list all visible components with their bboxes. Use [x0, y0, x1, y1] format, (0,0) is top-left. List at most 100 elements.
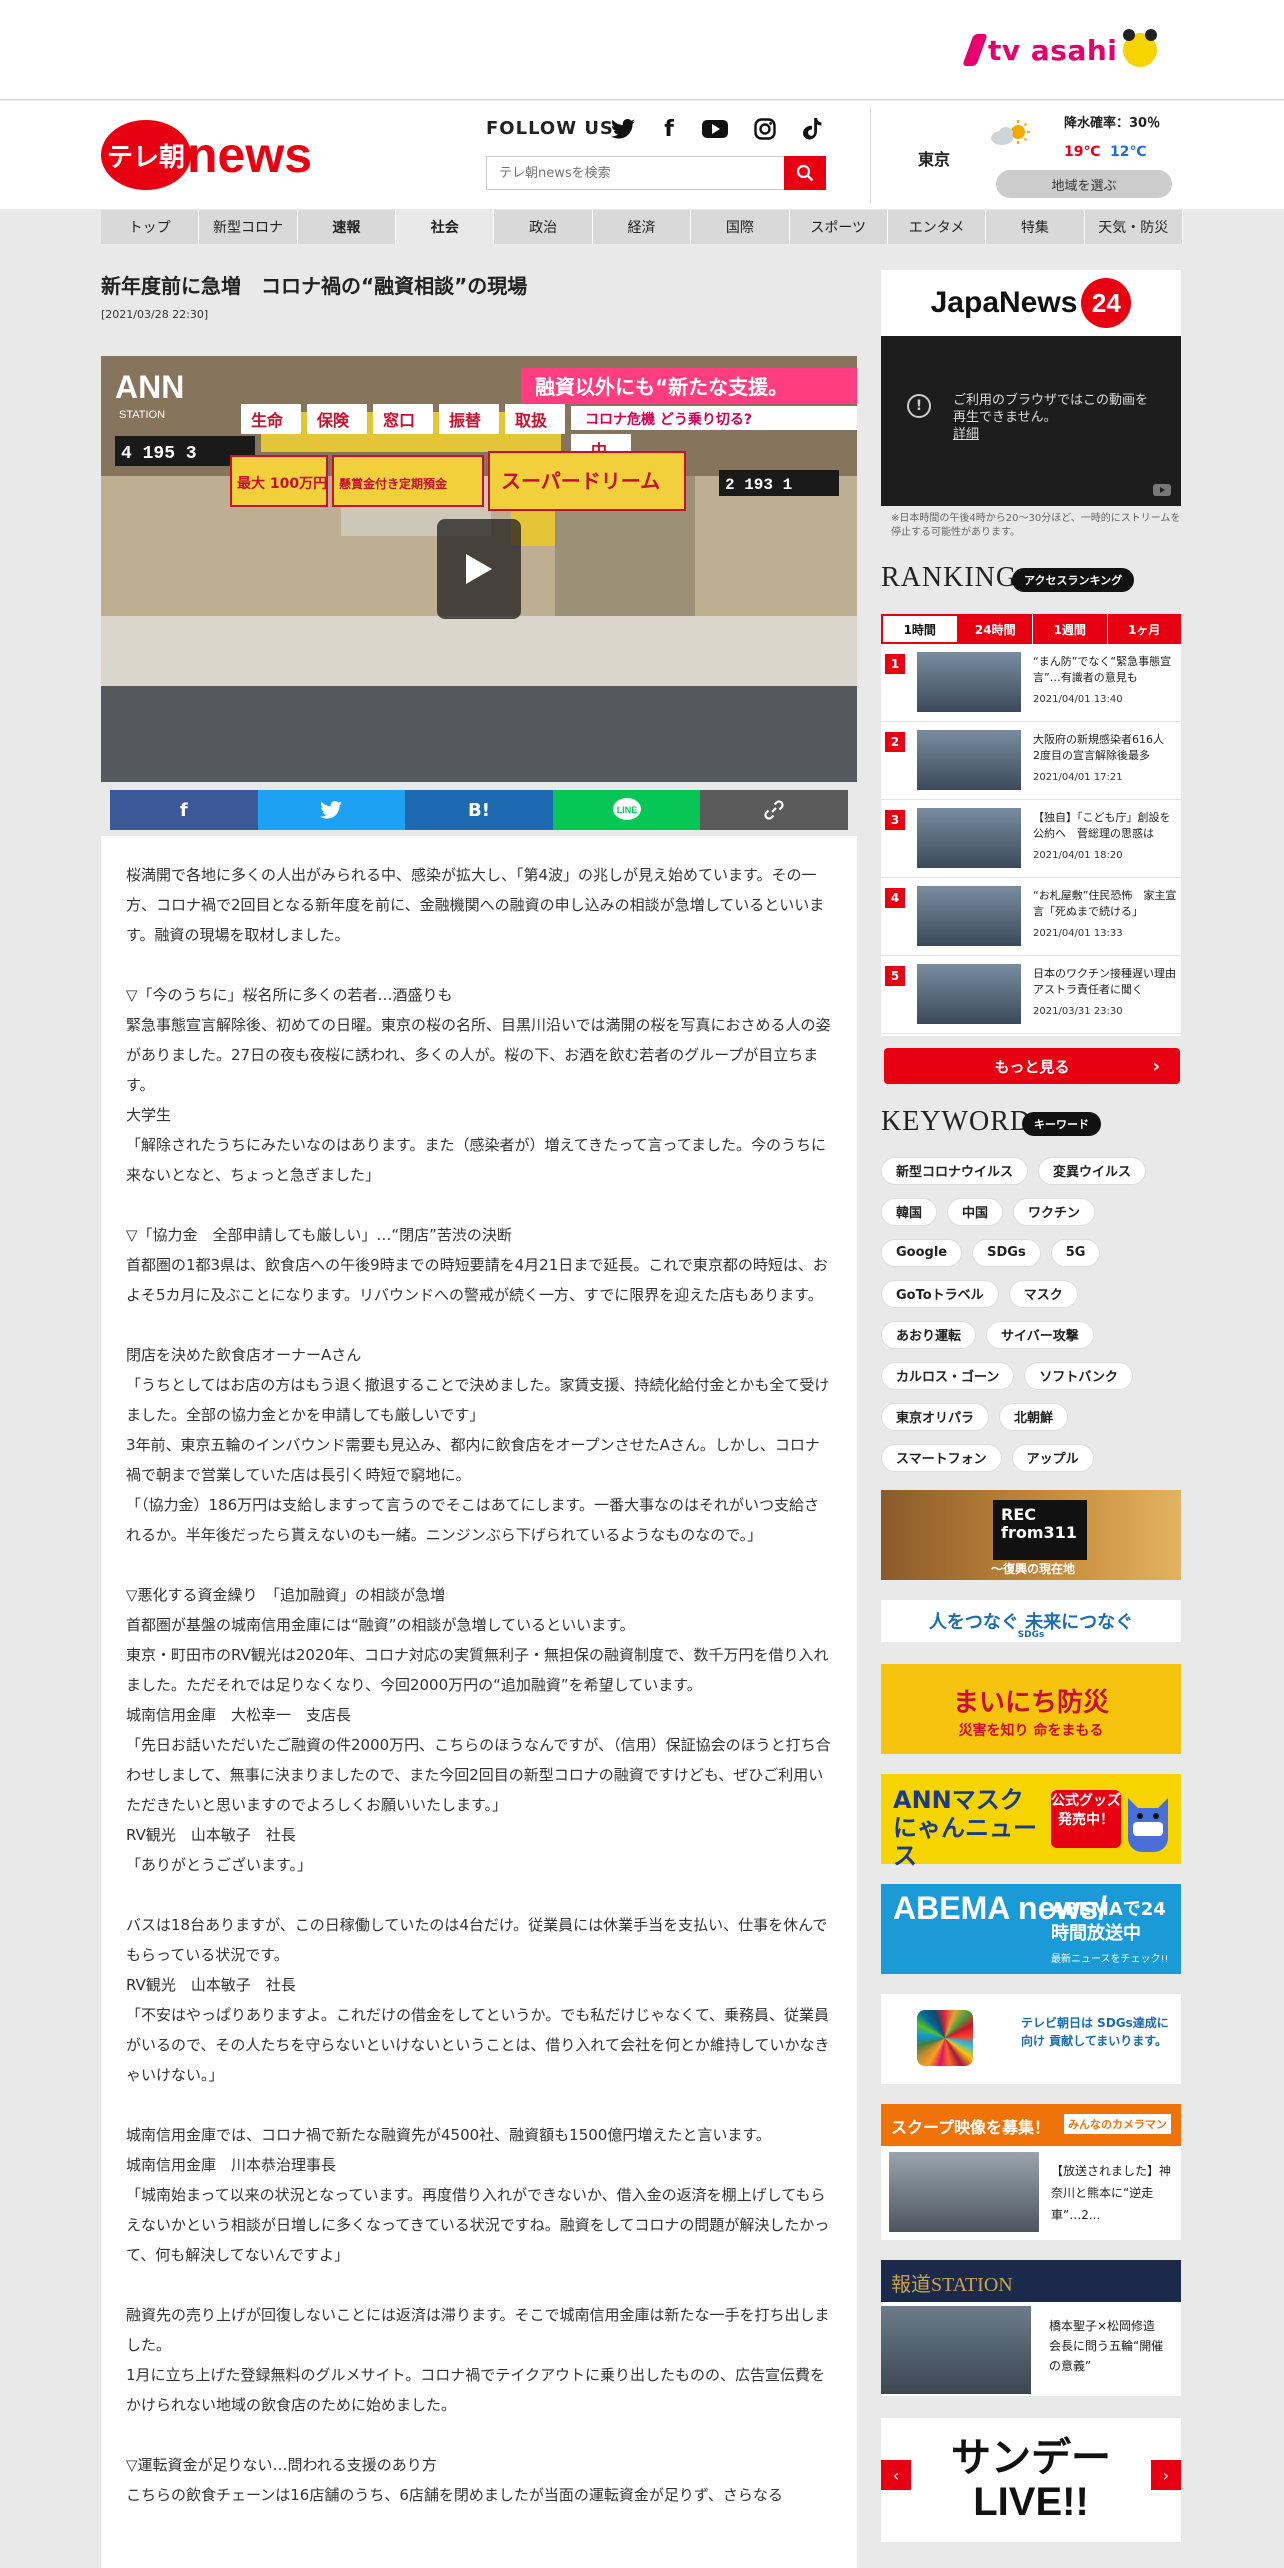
site-logo[interactable]: テレ朝 news: [101, 118, 312, 192]
temp-low: 12℃: [1110, 144, 1147, 160]
ranking-tab-1h[interactable]: 1時間: [881, 614, 959, 644]
keyword-chip[interactable]: 北朝鮮: [999, 1402, 1069, 1431]
youtube-icon[interactable]: [702, 116, 728, 142]
instagram-icon[interactable]: [752, 116, 778, 142]
youtube-icon[interactable]: [1153, 484, 1171, 496]
keyword-chip[interactable]: 変異ウイルス: [1038, 1156, 1147, 1185]
cloudy-sunny-icon: [988, 118, 1032, 152]
nav-item-top[interactable]: トップ: [101, 210, 200, 244]
nav-item-breaking[interactable]: 速報: [297, 210, 397, 244]
article-paragraph: ▽悪化する資金繰り 「追加融資」の相談が急増: [126, 1586, 446, 1604]
ranking-headline: 【独自】「こども庁」創設を公約へ 菅総理の思惑は: [1033, 811, 1171, 840]
nav-item-weather[interactable]: 天気・防災: [1084, 210, 1183, 244]
nav-item-corona[interactable]: 新型コロナ: [199, 210, 298, 244]
article-paragraph: 城南信用金庫 大松幸一 支店長: [126, 1706, 352, 1724]
keyword-chip[interactable]: 5G: [1050, 1238, 1101, 1267]
scoop-video-banner[interactable]: スクープ映像を募集！ みんなのカメラマン 【放送されました】神奈川と熊本に“逆走…: [881, 2104, 1181, 2240]
twitter-icon[interactable]: [610, 116, 636, 142]
ranking-date: 2021/04/01 17:21: [1033, 772, 1123, 783]
link-icon: [764, 800, 784, 820]
abema-sub: 最新ニュースをチェック!!: [1051, 1954, 1169, 1965]
facebook-icon[interactable]: f: [656, 116, 682, 142]
carousel-next-button[interactable]: ›: [1151, 2460, 1181, 2490]
sign-insurance: 保険: [316, 411, 350, 430]
ranking-item[interactable]: 2 大阪府の新規感染者616人 2度目の宣言解除後最多 2021/04/01 17:…: [881, 722, 1181, 800]
japanews24-logo[interactable]: JapaNews 24: [881, 270, 1181, 336]
warning-icon: !: [907, 394, 931, 418]
carousel-prev-button[interactable]: ‹: [881, 2460, 911, 2490]
ranking-thumbnail: [917, 652, 1021, 712]
ranking-list: 1 “まん防”でなく“緊急事態宣言”…有識者の意見も 2021/04/01 13:4…: [881, 644, 1181, 1036]
keyword-chip[interactable]: SDGs: [972, 1238, 1041, 1267]
ranking-item[interactable]: 3 【独自】「こども庁」創設を公約へ 菅総理の思惑は 2021/04/01 18:2…: [881, 800, 1181, 878]
abema-news-banner[interactable]: ABEMA news/ ABEMAで24時間放送中 最新ニュースをチェック!!: [881, 1884, 1181, 1974]
tiktok-icon[interactable]: [800, 116, 826, 142]
ranking-tab-24h[interactable]: 24時間: [959, 614, 1033, 644]
keyword-chip[interactable]: マスク: [1008, 1279, 1078, 1308]
share-line-button[interactable]: LINE: [552, 790, 701, 830]
scoop-logo: みんなのカメラマン: [1064, 2114, 1171, 2134]
japanews24-widget: JapaNews 24 ! ご利用のブラウザではこの動画を再生できません。 詳細: [881, 270, 1181, 506]
player-detail-link[interactable]: 詳細: [953, 427, 979, 442]
ranking-item[interactable]: 1 “まん防”でなく“緊急事態宣言”…有識者の意見も 2021/04/01 13:4…: [881, 644, 1181, 722]
article-paragraph: 「ありがとうございます。」: [126, 1856, 313, 1874]
nav-item-international[interactable]: 国際: [691, 210, 790, 244]
article-paragraph: 「うちとしてはお店の方はもう退く撤退することで決めました。家賃支援、持続化給付金…: [126, 1376, 830, 1424]
share-twitter-button[interactable]: [257, 790, 406, 830]
region-select-button[interactable]: 地域を選ぶ: [996, 170, 1172, 198]
japanews-logo-num: 24: [1081, 278, 1132, 328]
keyword-chip[interactable]: 韓国: [881, 1197, 938, 1226]
video-caption-main: 融資以外にも“新たな支援。: [535, 375, 788, 399]
nav-item-feature[interactable]: 特集: [986, 210, 1085, 244]
mask-nyan-banner[interactable]: ANNマスクにゃんニュース 公式グッズ発売中！: [881, 1774, 1181, 1870]
keyword-chip[interactable]: ソフトバンク: [1024, 1361, 1134, 1390]
sdgs-banner[interactable]: 人をつなぐ 未来につなぐ SDGs: [881, 1600, 1181, 1642]
ranking-number: 1: [885, 654, 905, 674]
ranking-tab-1w[interactable]: 1週間: [1033, 614, 1108, 644]
keyword-chip[interactable]: GoToトラベル: [881, 1279, 999, 1308]
article-paragraph: ▽運転資金が足りない…問われる支援のあり方: [126, 2456, 437, 2474]
ranking-tabs: 1時間 24時間 1週間 1ヶ月: [881, 614, 1181, 644]
nav-item-economy[interactable]: 経済: [592, 210, 692, 244]
nav-item-society[interactable]: 社会: [396, 210, 495, 244]
share-facebook-button[interactable]: f: [110, 790, 258, 830]
play-button[interactable]: [437, 519, 521, 619]
keyword-chip[interactable]: アップル: [1011, 1443, 1094, 1472]
sunday-live-title[interactable]: サンデーLIVE!!: [941, 2436, 1121, 2532]
tv-asahi-sdgs-banner[interactable]: テレビ朝日は SDGs達成に向け 貢献してまいります。: [881, 1994, 1181, 2084]
keyword-chip[interactable]: 中国: [947, 1197, 1004, 1226]
line-icon: LINE: [612, 798, 641, 820]
hodo-station-banner[interactable]: 報道STATION 橋本聖子×松岡修造 会長に問う五輪“開催の意義”: [881, 2260, 1181, 2396]
video-caption-sub: コロナ危機 どう乗り切る?: [585, 411, 752, 428]
cat-mascot-icon: [1128, 1798, 1168, 1852]
search-button[interactable]: [784, 156, 826, 190]
nav-item-sports[interactable]: スポーツ: [789, 210, 888, 244]
mask-nyan-title: ANNマスクにゃんニュース: [893, 1786, 1037, 1870]
rec-from311-banner[interactable]: REC from311 ～復興の現在地: [881, 1490, 1181, 1580]
station-text: 橋本聖子×松岡修造 会長に問う五輪“開催の意義”: [1049, 2319, 1168, 2373]
ranking-item[interactable]: 4 “お札屋敷”住民恐怖 家主宣言「死ぬまで続ける」 2021/04/01 13:3…: [881, 878, 1181, 956]
article-paragraph: 緊急事態宣言解除後、初めての日曜。東京の桜の名所、目黒川沿いでは満開の桜を写真に…: [126, 1016, 831, 1094]
ranking-more-button[interactable]: もっと見る ›: [884, 1048, 1180, 1084]
logo-news-text: news: [187, 127, 313, 183]
copy-link-button[interactable]: [700, 790, 848, 830]
keyword-chip[interactable]: Google: [881, 1238, 963, 1267]
video-player[interactable]: ANN STATION 融資以外にも“新たな支援。 コロナ危機 どう乗り切る? …: [101, 356, 857, 782]
tv-asahi-logo[interactable]: tv asahi: [962, 29, 1158, 70]
keyword-chip[interactable]: スマートフォン: [881, 1443, 1002, 1472]
live-stream-player[interactable]: ! ご利用のブラウザではこの動画を再生できません。 詳細: [881, 336, 1181, 506]
share-hatena-button[interactable]: B!: [405, 790, 553, 830]
poster-mid: 懸賞金付き定期預金: [339, 476, 448, 491]
nav-item-entertainment[interactable]: エンタメ: [887, 210, 987, 244]
keyword-chip[interactable]: ワクチン: [1013, 1197, 1096, 1226]
mainichi-bousai-banner[interactable]: まいにち防災 災害を知り 命をまもる: [881, 1664, 1181, 1754]
keyword-chip[interactable]: カルロス・ゴーン: [881, 1361, 1015, 1390]
keyword-chip[interactable]: 東京オリパラ: [881, 1402, 990, 1431]
keyword-chip[interactable]: あおり運転: [881, 1320, 977, 1349]
ranking-tab-1m[interactable]: 1ヶ月: [1108, 614, 1182, 644]
keyword-chip[interactable]: 新型コロナウイルス: [881, 1156, 1029, 1185]
ranking-item[interactable]: 5 日本のワクチン接種遅い理由 アストラ責任者に聞く 2021/03/31 23:3…: [881, 956, 1181, 1034]
search-input[interactable]: [487, 157, 784, 189]
keyword-chip[interactable]: サイバー攻撃: [986, 1320, 1094, 1349]
nav-item-politics[interactable]: 政治: [494, 210, 593, 244]
